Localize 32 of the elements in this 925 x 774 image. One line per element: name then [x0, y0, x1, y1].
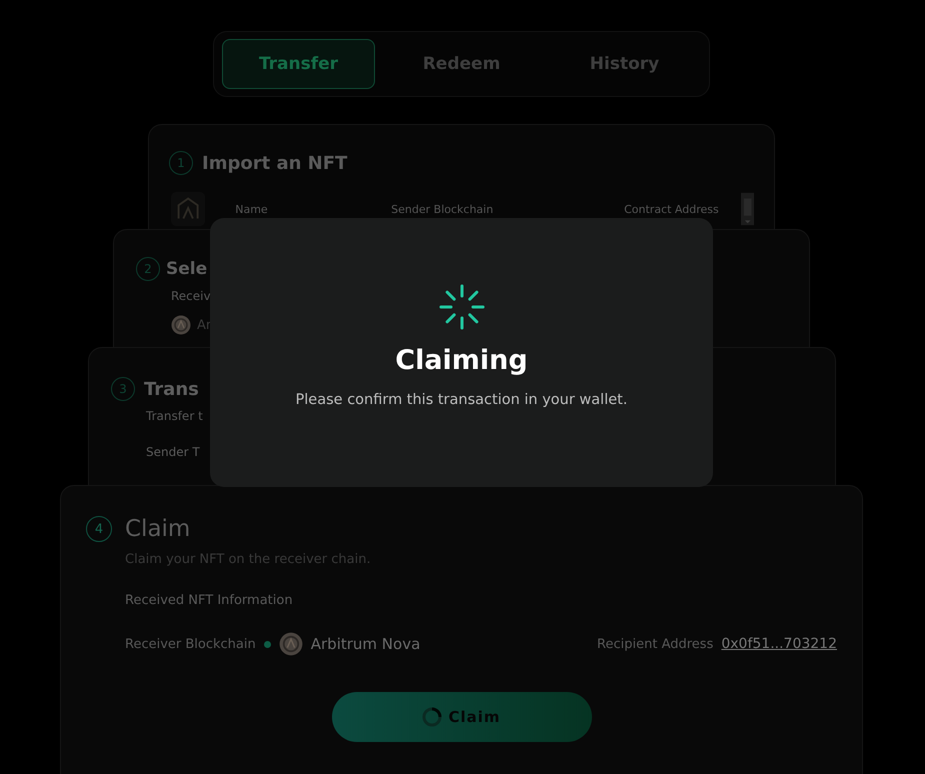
logo-icon — [171, 191, 206, 227]
tab[interactable]: Redeem — [385, 39, 538, 89]
address-link[interactable]: 0x0f51...703212 — [721, 636, 837, 652]
loading-icon — [422, 707, 442, 727]
status-dot — [264, 640, 271, 648]
coin-icon — [171, 315, 191, 335]
coin-icon — [278, 632, 303, 656]
step-number: 4 — [86, 516, 112, 542]
chain-name: Arbitrum Nova — [310, 635, 420, 653]
claim-button[interactable]: Claim — [332, 692, 592, 742]
step-number: 3 — [111, 377, 135, 401]
loading-icon — [438, 283, 486, 331]
step-title: Sele — [166, 259, 208, 279]
step-description: Receiv — [171, 289, 212, 303]
dialog-message: Please confirm this transaction in your wallet. — [296, 392, 628, 408]
column-header: Name — [235, 202, 269, 216]
step-description: Transfer t — [146, 409, 204, 423]
scrollbar-icon — [740, 192, 754, 226]
step-title: Trans — [144, 378, 199, 400]
tab[interactable]: Transfer — [222, 39, 375, 89]
column-header: Contract Address — [624, 202, 720, 216]
field-label: Receiver Blockchain — [125, 636, 256, 652]
section-label: Sender T — [146, 445, 201, 459]
step-number: 2 — [136, 257, 160, 281]
step-number: 1 — [169, 151, 193, 175]
section-label: Received NFT Information — [125, 593, 294, 608]
dialog-title: Claiming — [395, 345, 528, 376]
step-title: Import an NFT — [202, 152, 348, 174]
column-header: Sender Blockchain — [391, 202, 494, 216]
tab[interactable]: History — [548, 39, 701, 89]
step-title: Claim — [125, 516, 190, 542]
field-label: Recipient Address — [597, 636, 714, 652]
